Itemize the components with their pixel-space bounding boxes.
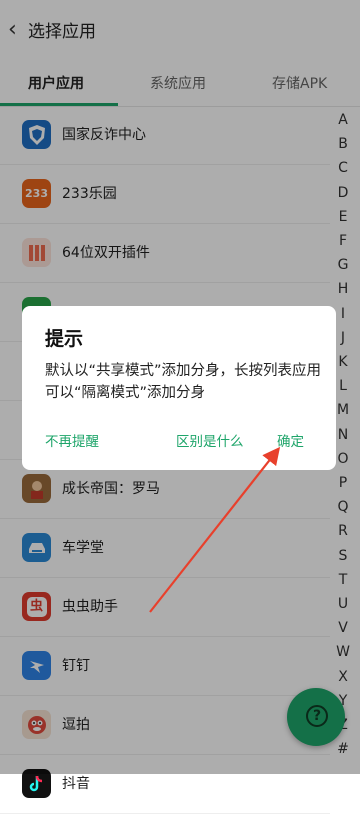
confirm-button[interactable]: 确定 (277, 430, 304, 450)
tip-dialog: 提示 默认以“共享模式”添加分身，长按列表应用可以“隔离模式”添加分身 不再提醒… (22, 306, 336, 470)
dont-remind-button[interactable]: 不再提醒 (45, 430, 99, 450)
dialog-title: 提示 (45, 328, 84, 350)
difference-button[interactable]: 区别是什么 (176, 430, 244, 450)
app-name: 抖音 (62, 776, 90, 792)
dialog-message: 默认以“共享模式”添加分身，长按列表应用可以“隔离模式”添加分身 (45, 363, 322, 401)
